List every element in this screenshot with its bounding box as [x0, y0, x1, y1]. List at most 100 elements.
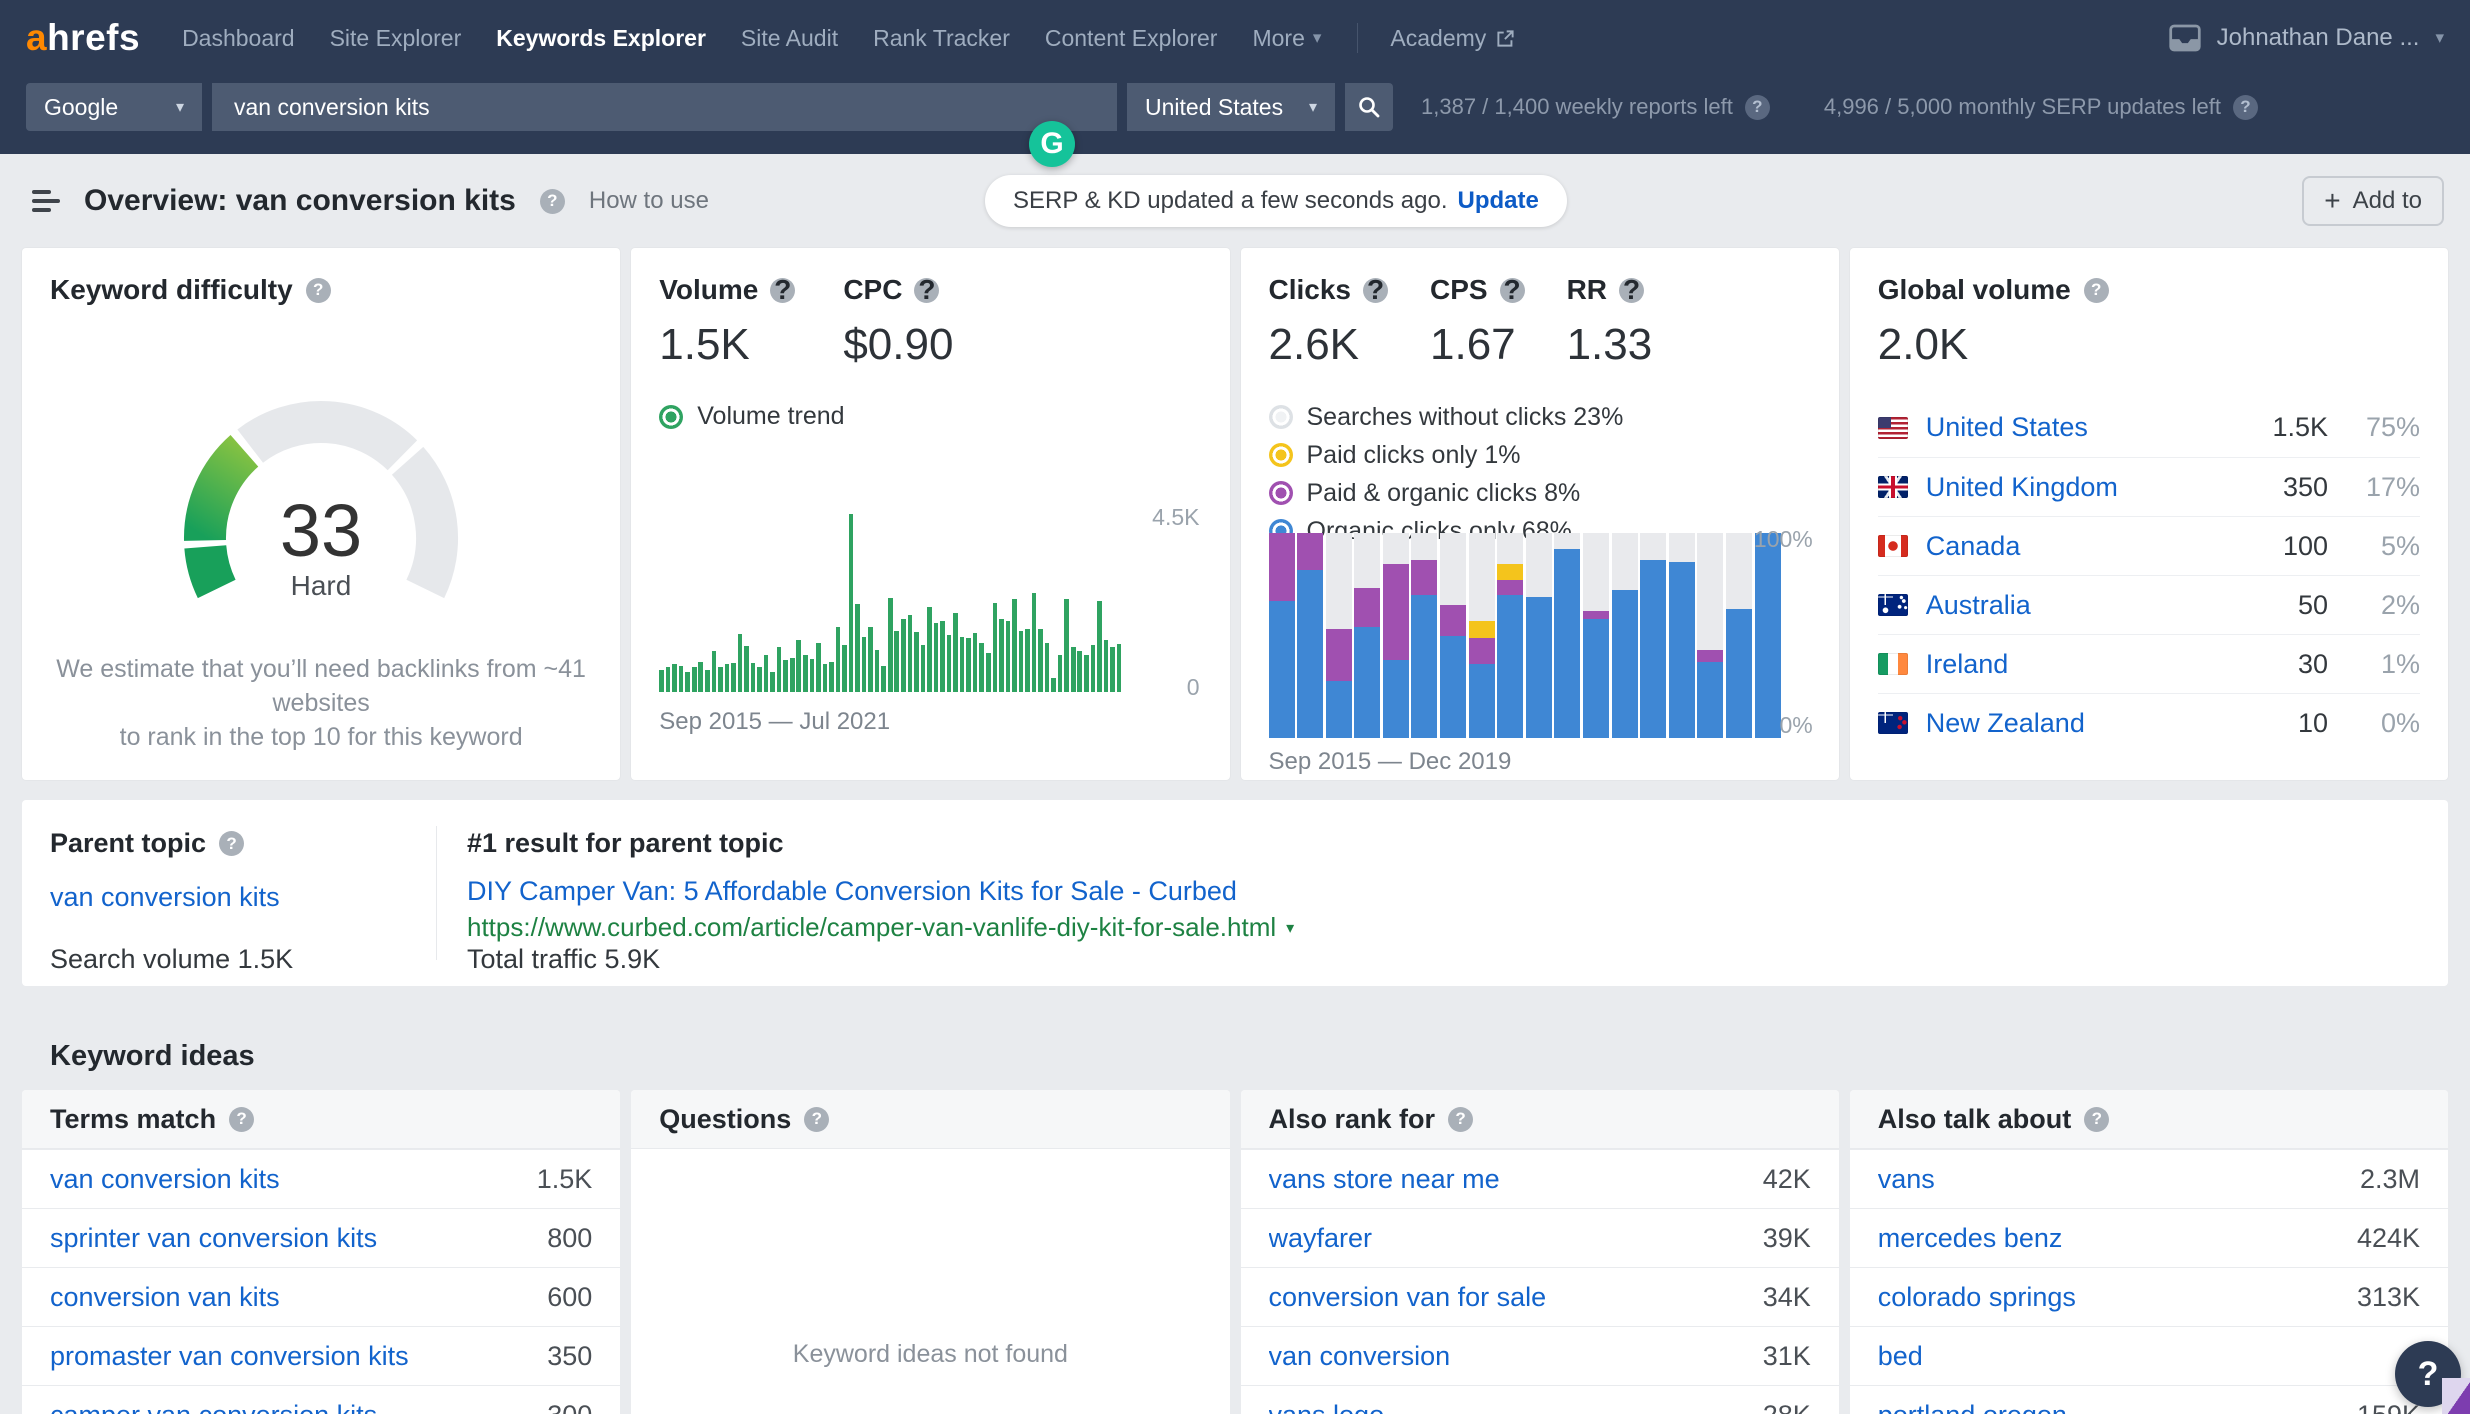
- help-icon[interactable]: [219, 831, 245, 856]
- country-select[interactable]: United States ▾: [1127, 83, 1335, 131]
- top-result-link[interactable]: DIY Camper Van: 5 Affordable Conversion …: [467, 876, 1237, 907]
- chevron-down-icon[interactable]: ▾: [1286, 918, 1294, 938]
- country-percent: 17%: [2365, 471, 2420, 502]
- keyword-ideas-title: Keyword ideas: [50, 1040, 255, 1072]
- academy-label: Academy: [1390, 24, 1487, 51]
- volume-trend-label: Volume trend: [697, 402, 845, 430]
- column-header-label: Terms match: [50, 1103, 217, 1134]
- volume-bar: [1103, 640, 1109, 692]
- help-icon[interactable]: [804, 1106, 830, 1132]
- keyword-link[interactable]: bed: [1878, 1341, 1923, 1372]
- help-icon[interactable]: [305, 277, 331, 303]
- help-icon[interactable]: [914, 277, 940, 303]
- help-icon[interactable]: [1499, 277, 1525, 303]
- help-icon[interactable]: [1448, 1106, 1474, 1132]
- nav-item-dashboard[interactable]: Dashboard: [182, 25, 295, 52]
- keyword-link[interactable]: conversion van kits: [50, 1282, 280, 1313]
- keyword-link[interactable]: colorado springs: [1878, 1282, 2076, 1313]
- keyword-link[interactable]: sprinter van conversion kits: [50, 1223, 377, 1254]
- country-percent: 0%: [2380, 707, 2420, 738]
- clicks-bar-segment-organic-clicks-only: [1325, 680, 1352, 738]
- update-button[interactable]: Update: [1458, 187, 1539, 215]
- volume-bar: [901, 619, 906, 692]
- keyword-link[interactable]: vans logo: [1269, 1400, 1385, 1414]
- quota-item-2: 4,996 / 5,000 monthly SERP updates left: [1824, 94, 2258, 120]
- nav-item-rank-tracker[interactable]: Rank Tracker: [873, 25, 1010, 52]
- keyword-link[interactable]: promaster van conversion kits: [50, 1341, 409, 1372]
- inbox-tray-icon[interactable]: [2168, 24, 2201, 52]
- add-to-button[interactable]: Add to: [2302, 176, 2444, 226]
- help-icon[interactable]: [229, 1106, 255, 1132]
- clicks-bar-segment-organic-clicks-only: [1411, 594, 1438, 738]
- kd-gauge-arc: [391, 446, 459, 599]
- clicks-ymax-label: 100%: [1753, 526, 1813, 552]
- keyword-link[interactable]: camper van conversion kits: [50, 1400, 377, 1414]
- help-icon[interactable]: [1744, 94, 1770, 120]
- top-result-header: #1 result for parent topic: [467, 828, 784, 858]
- country-row: United Kingdom 350 17%: [1877, 457, 2420, 516]
- nav-item-academy[interactable]: Academy: [1390, 25, 1515, 52]
- help-icon[interactable]: [770, 277, 796, 303]
- kd-title: Keyword difficulty: [50, 274, 293, 305]
- keyword-link[interactable]: portland oregon: [1878, 1400, 2067, 1414]
- volume-bar: [946, 635, 952, 692]
- keyword-link[interactable]: wayfarer: [1269, 1223, 1373, 1254]
- top-result-url[interactable]: https://www.curbed.com/article/camper-va…: [467, 912, 1294, 943]
- volume-ymin-label: 0: [1186, 674, 1200, 700]
- keyword-link[interactable]: van conversion: [1269, 1341, 1451, 1372]
- kd-gauge-arc: [237, 401, 418, 471]
- help-icon[interactable]: [539, 188, 565, 214]
- keyword-link[interactable]: conversion van for sale: [1269, 1282, 1547, 1313]
- help-icon[interactable]: [2083, 277, 2109, 303]
- top-result-traffic: Total traffic 5.9K: [467, 944, 661, 974]
- chevron-down-icon[interactable]: ▾: [2435, 28, 2444, 48]
- clicks-bar: [1354, 533, 1381, 738]
- clicks-bar-segment-paid-organic-clicks: [1297, 533, 1324, 570]
- keyword-link[interactable]: vans store near me: [1269, 1164, 1500, 1195]
- search-engine-select[interactable]: Google ▾: [26, 83, 202, 131]
- how-to-use-link[interactable]: How to use: [589, 187, 709, 215]
- keyword-link[interactable]: van conversion kits: [50, 1164, 280, 1195]
- country-link[interactable]: United Kingdom: [1926, 472, 2118, 503]
- add-to-label: Add to: [2352, 187, 2422, 214]
- search-button[interactable]: [1345, 83, 1393, 131]
- nav-item-more[interactable]: More ▾: [1252, 25, 1321, 52]
- volume-bar: [822, 664, 828, 692]
- help-icon[interactable]: [2084, 1106, 2110, 1132]
- country-link[interactable]: Australia: [1926, 590, 2031, 621]
- help-icon[interactable]: [1619, 277, 1645, 303]
- clicks-bar-segment-organic-clicks-only: [1440, 635, 1467, 738]
- volume-bar: [1090, 644, 1096, 692]
- nav-items: Dashboard Site Explorer Keywords Explorer S…: [182, 25, 1321, 52]
- help-icon[interactable]: [1363, 277, 1388, 303]
- keyword-search-input[interactable]: [212, 83, 1117, 131]
- country-link[interactable]: Canada: [1926, 531, 2021, 562]
- keyword-link[interactable]: vans: [1878, 1164, 1935, 1195]
- grammarly-badge-icon[interactable]: G: [1029, 121, 1075, 167]
- parent-topic-keyword-link[interactable]: van conversion kits: [50, 882, 280, 913]
- clicks-bar: [1268, 533, 1295, 738]
- ideas-column-terms-match: Terms match van conversion kits 1.5K sprint…: [22, 1090, 621, 1414]
- volume-metric: Volume 1.5K: [659, 274, 796, 370]
- clicks-bar: [1554, 533, 1581, 738]
- ahrefs-logo[interactable]: a hrefs: [26, 17, 140, 59]
- volume-bar: [1044, 643, 1050, 692]
- clicks-bar: [1640, 533, 1667, 738]
- nav-item-keywords-explorer[interactable]: Keywords Explorer: [496, 25, 706, 52]
- country-link[interactable]: New Zealand: [1926, 708, 2085, 739]
- nav-item-content-explorer[interactable]: Content Explorer: [1045, 25, 1218, 52]
- chevron-down-icon: ▾: [1312, 28, 1322, 47]
- keyword-row: vans 2.3M: [1849, 1149, 2448, 1208]
- user-menu[interactable]: Johnathan Dane ...: [2217, 24, 2420, 52]
- country-link[interactable]: Ireland: [1926, 649, 2009, 680]
- menu-icon[interactable]: [32, 190, 60, 212]
- clicks-bar-segment-paid-organic-clicks: [1468, 637, 1495, 665]
- clicks-bar: [1382, 533, 1409, 738]
- volume-bar: [999, 619, 1004, 692]
- country-link[interactable]: United States: [1926, 412, 2088, 443]
- top-nav: a hrefs Dashboard Site Explorer Keywords Ex…: [0, 0, 2470, 76]
- keyword-link[interactable]: mercedes benz: [1878, 1223, 2063, 1254]
- nav-item-site-audit[interactable]: Site Audit: [741, 25, 838, 52]
- nav-item-site-explorer[interactable]: Site Explorer: [330, 25, 462, 52]
- help-icon[interactable]: [2232, 94, 2258, 120]
